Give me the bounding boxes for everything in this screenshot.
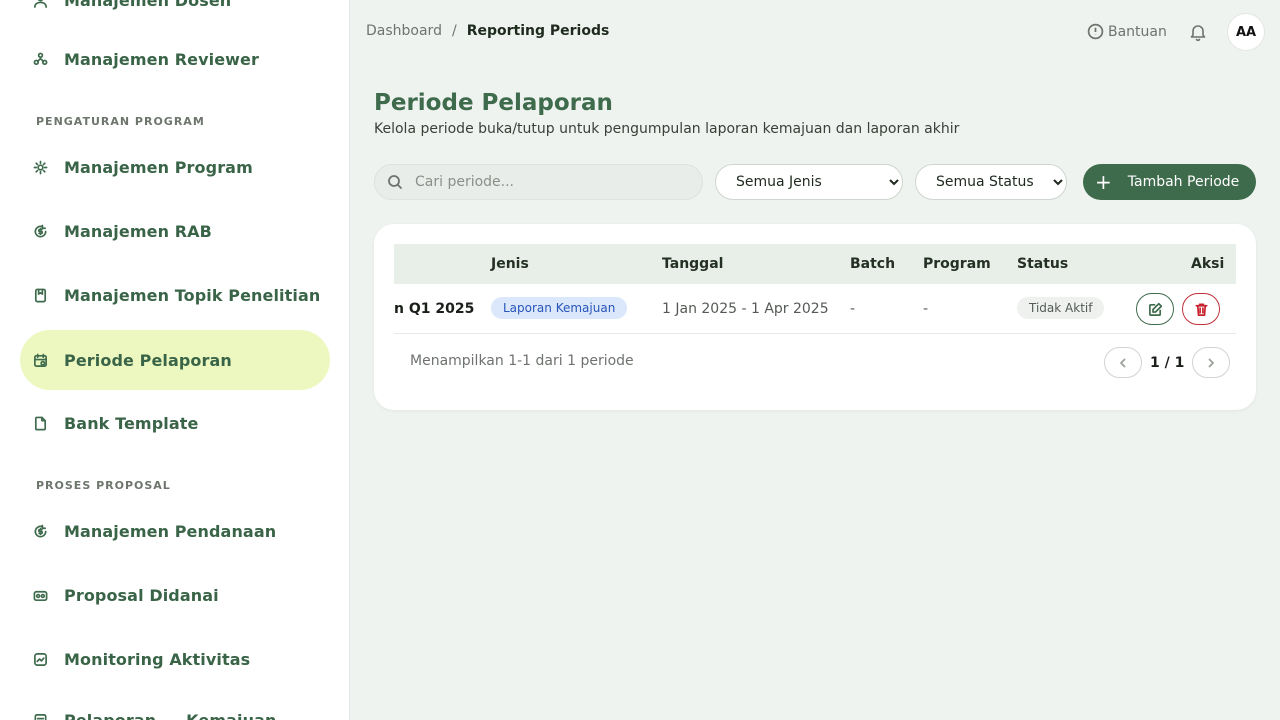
column-header-jenis: Jenis <box>491 256 529 272</box>
period-date-range: 1 Jan 2025 - 1 Apr 2025 <box>662 301 829 317</box>
sidebar-item-manajemen-rab[interactable]: Manajemen RAB <box>20 201 330 261</box>
column-header-batch: Batch <box>850 256 896 272</box>
bell-icon[interactable] <box>1188 22 1208 42</box>
column-header-tanggal: Tanggal <box>662 256 724 272</box>
filter-status-select[interactable]: Semua Status <box>915 164 1067 200</box>
page-indicator: 1 / 1 <box>1150 354 1185 371</box>
next-page-button[interactable] <box>1192 347 1231 378</box>
help-button[interactable]: Bantuan <box>1087 23 1167 40</box>
search-input[interactable] <box>415 174 675 190</box>
sidebar-item-bank-template[interactable]: Bank Template <box>20 393 330 453</box>
prev-page-button[interactable] <box>1104 347 1142 378</box>
bookmark-icon <box>32 287 48 303</box>
sidebar-item-label: Periode Pelaporan <box>64 350 232 370</box>
column-header-program: Program <box>923 256 991 272</box>
pagination: 1 / 1 <box>1104 347 1231 378</box>
breadcrumb-link-dashboard[interactable]: Dashboard <box>366 23 442 39</box>
period-program: - <box>923 301 929 317</box>
dollar-cycle-icon <box>32 523 48 539</box>
sidebar-item-monitoring-aktivitas[interactable]: Monitoring Aktivitas <box>20 629 330 689</box>
sidebar-item-label: Monitoring Aktivitas <box>64 649 251 669</box>
activity-icon <box>32 651 48 667</box>
sidebar-item-label: Manajemen Pendanaan <box>64 521 277 541</box>
chevron-right-icon <box>1205 357 1217 369</box>
sidebar-item-label: Bank Template <box>64 413 199 433</box>
add-period-button[interactable]: + Tambah Periode <box>1083 164 1256 200</box>
avatar[interactable]: AA <box>1227 13 1265 51</box>
sidebar-item-label: Manajemen Program <box>64 157 253 177</box>
trash-icon <box>1194 302 1209 317</box>
type-badge: Laporan Kemajuan <box>491 297 628 319</box>
sidebar-item-manajemen-program[interactable]: Manajemen Program <box>20 137 330 197</box>
search-box <box>374 164 703 200</box>
plus-icon: + <box>1095 170 1112 194</box>
sidebar-item-manajemen-reviewer[interactable]: Manajemen Reviewer <box>20 29 330 89</box>
sidebar-item-label: Manajemen Reviewer <box>64 49 259 69</box>
column-header-aksi: Aksi <box>1191 256 1225 272</box>
user-icon <box>32 0 48 8</box>
chevron-left-icon <box>1117 357 1129 369</box>
sidebar-item-manajemen-dosen[interactable]: Manajemen Dosen <box>20 0 330 30</box>
add-period-label: Tambah Periode <box>1127 174 1240 190</box>
sidebar-item-label: Manajemen RAB <box>64 221 212 241</box>
edit-button[interactable] <box>1136 293 1174 325</box>
users-icon <box>32 51 48 67</box>
sidebar-item-periode-pelaporan[interactable]: Periode Pelaporan <box>20 330 330 390</box>
breadcrumb-separator: / <box>451 23 457 39</box>
sidebar-item-label: Manajemen Dosen <box>64 0 232 10</box>
file-icon <box>32 415 48 431</box>
sidebar-item-label: Pelaporan ... Kemajuan <box>64 710 277 720</box>
period-name: n Q1 2025 <box>394 301 475 317</box>
section-label-program: Pengaturan Program <box>36 115 205 128</box>
gear-icon <box>32 159 48 175</box>
edit-icon <box>1148 302 1163 317</box>
sidebar: Manajemen Dosen Manajemen Reviewer Penga… <box>0 0 350 720</box>
calendar-icon <box>32 352 48 368</box>
dollar-cycle-icon <box>32 223 48 239</box>
report-icon <box>32 712 48 720</box>
pagination-summary: Menampilkan 1-1 dari 1 periode <box>410 353 634 369</box>
column-header-status: Status <box>1017 256 1069 272</box>
filter-type-select[interactable]: Semua Jenis <box>715 164 903 200</box>
section-label-proposal: Proses Proposal <box>36 479 171 492</box>
search-icon <box>387 174 415 190</box>
sidebar-item-label: Proposal Didanai <box>64 585 219 605</box>
breadcrumb-current: Reporting Periods <box>466 23 610 39</box>
info-icon <box>1087 23 1108 40</box>
status-badge: Tidak Aktif <box>1017 297 1105 319</box>
periods-table-card: Jenis Tanggal Batch Program Status Aksi … <box>374 224 1256 410</box>
sidebar-item-pelaporan-kemajuan[interactable]: Pelaporan ... Kemajuan <box>20 690 330 720</box>
table-header: Jenis Tanggal Batch Program Status Aksi <box>394 244 1236 284</box>
table-row: n Q1 2025 Laporan Kemajuan 1 Jan 2025 - … <box>394 284 1236 334</box>
period-batch: - <box>850 301 856 317</box>
page-title: Periode Pelaporan <box>374 90 613 116</box>
sidebar-item-label: Manajemen Topik Penelitian <box>64 285 321 305</box>
breadcrumb: Dashboard / Reporting Periods <box>366 23 609 39</box>
page-subtitle: Kelola periode buka/tutup untuk pengumpu… <box>374 121 960 137</box>
sidebar-item-manajemen-topik[interactable]: Manajemen Topik Penelitian <box>20 265 330 325</box>
sidebar-item-manajemen-pendanaan[interactable]: Manajemen Pendanaan <box>20 501 330 561</box>
delete-button[interactable] <box>1182 293 1220 325</box>
money-icon <box>32 587 48 603</box>
help-label: Bantuan <box>1108 23 1167 40</box>
sidebar-item-proposal-didanai[interactable]: Proposal Didanai <box>20 565 330 625</box>
